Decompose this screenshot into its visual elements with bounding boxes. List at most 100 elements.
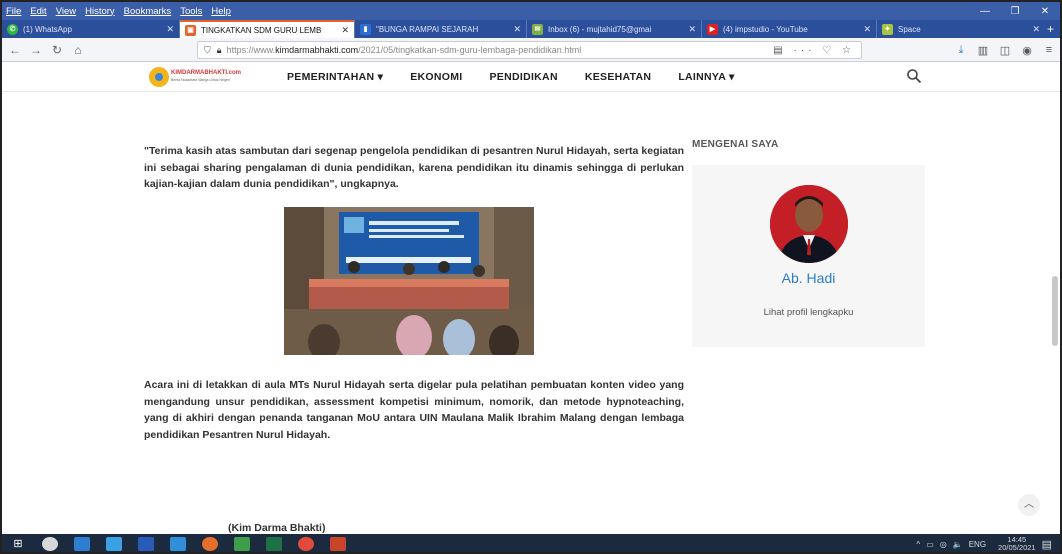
leaf-app-icon[interactable] [234,537,250,551]
tab-label: Inbox (6) - mujtahid75@gmai [548,24,652,34]
close-tab-icon[interactable]: ✕ [513,24,521,35]
tab-label: (4) impstudio - YouTube [723,24,808,34]
minimize-icon[interactable]: — [970,6,1000,17]
site-logo[interactable]: KIMDARMABHAKTI.com Berita Nusantara Warga… [149,67,261,87]
menu-view[interactable]: View [56,6,76,17]
nav-pemerintahan[interactable]: PEMERINTAHAN ▾ [287,71,383,83]
tray-volume-icon[interactable]: 🔈 [953,540,963,549]
close-tab-icon[interactable]: ✕ [166,24,174,35]
url-domain: kimdarmabhakti.com [275,45,359,55]
profile-link[interactable]: Lihat profil lengkapku [692,307,925,318]
tab-inbox[interactable]: ✉ Inbox (6) - mujtahid75@gmai ✕ [527,20,702,38]
url-prefix: https://www. [226,45,276,55]
whatsapp-icon: ✆ [7,23,18,35]
nav-kesehatan[interactable]: KESEHATAN [585,71,651,83]
page-scrollbar[interactable] [1052,94,1058,524]
sidebar-icon[interactable]: ◫ [994,44,1016,57]
tab-label: TINGKATKAN SDM GURU LEMB [201,25,322,35]
article-photo[interactable] [284,207,534,355]
logo-text: KIMDARMABHAKTI.com Berita Nusantara Warga… [171,70,241,82]
tab-space[interactable]: ✦ Space ✕ [877,20,1045,38]
chrome-app-icon[interactable] [298,537,314,551]
close-tab-icon[interactable]: ✕ [688,24,696,35]
space-icon: ✦ [882,23,893,35]
nav-ekonomi[interactable]: EKONOMI [410,71,462,83]
explorer-app-icon[interactable] [170,537,186,551]
download-icon[interactable]: ⤓ [950,44,972,57]
new-tab-button[interactable]: + [1045,20,1060,38]
window-controls: — ❐ ✕ [970,2,1060,20]
word-app-icon[interactable] [138,537,154,551]
tab-label: (1) WhatsApp [23,24,72,34]
search-icon[interactable] [906,68,922,84]
notification-icon[interactable]: ▤ [1042,538,1052,551]
toolbar-icons: ⤓ ▥ ◫ ◉ ≡ [950,38,1060,62]
tray-battery-icon[interactable]: ▭ [926,540,934,549]
logo-mark-icon [149,67,169,87]
excel-app-icon[interactable] [266,537,282,551]
library-icon[interactable]: ▥ [972,44,994,57]
tab-article[interactable]: ▣ TINGKATKAN SDM GURU LEMB ✕ [180,20,355,38]
search-taskbar-icon[interactable] [42,537,58,551]
menu-file[interactable]: File [6,6,21,17]
maximize-icon[interactable]: ❐ [1000,6,1030,17]
url-path: /2021/05/tingkatkan-sdm-guru-lembaga-pen… [358,45,582,55]
article-paragraph: "Terima kasih atas sambutan dari segenap… [144,145,684,190]
home-icon[interactable]: ⌂ [70,43,86,57]
system-tray: ^ ▭ ◎ 🔈 ENG 14:45 20/05/2021 ▤ [910,534,1052,552]
youtube-icon: ▶ [707,23,718,35]
powerpoint-app-icon[interactable] [330,537,346,551]
menu-bookmarks[interactable]: Bookmarks [124,6,172,17]
url-action-icons[interactable]: ▤ ··· ♡ ☆ [773,45,855,56]
article-body: "Terima kasih atas sambutan dari segenap… [144,94,684,441]
hamburger-menu-icon[interactable]: ≡ [1038,44,1060,56]
back-icon[interactable]: ← [7,43,23,57]
nav-pendidikan[interactable]: PENDIDIKAN [489,71,557,83]
tab-whatsapp[interactable]: ✆ (1) WhatsApp ✕ [2,20,180,38]
site-navigation: KIMDARMABHAKTI.com Berita Nusantara Warga… [2,62,1060,92]
tab-bunga-rampai[interactable]: ▮ "BUNGA RAMPAI SEJARAH ✕ [355,20,527,38]
tray-clock[interactable]: 14:45 20/05/2021 [992,536,1036,552]
article-caption: (Kim Darma Bhakti) [228,522,326,534]
tray-network-icon[interactable]: ◎ [940,540,947,549]
windows-taskbar: ⊞ ^ ▭ ◎ 🔈 ENG 14:45 20/05/2021 ▤ [2,534,1060,552]
scrollbar-thumb[interactable] [1052,276,1058,346]
profile-name[interactable]: Ab. Hadi [692,270,925,286]
start-windows-icon[interactable]: ⊞ [10,537,26,551]
document-icon: ▮ [360,23,371,35]
nav-lainnya[interactable]: LAINNYA ▾ [678,71,734,83]
menu-edit[interactable]: Edit [30,6,46,17]
close-window-icon[interactable]: ✕ [1030,6,1060,17]
menu-history[interactable]: History [85,6,115,17]
menu-tools[interactable]: Tools [180,6,202,17]
lock-icon: 🔒︎ [216,44,222,55]
monitor-app-icon[interactable] [106,537,122,551]
site-favicon-icon: ▣ [185,24,196,36]
close-tab-icon[interactable]: ✕ [1032,24,1040,35]
tab-youtube[interactable]: ▶ (4) impstudio - YouTube ✕ [702,20,877,38]
main-menu: PEMERINTAHAN ▾ EKONOMI PENDIDIKAN KESEHA… [287,62,762,92]
tab-label: Space [898,24,921,34]
url-bar[interactable]: ⛉ 🔒︎ https://www. kimdarmabhakti.com/2021… [197,41,862,59]
article-paragraph: Acara ini di letakkan di aula MTs Nurul … [144,379,684,441]
reload-icon[interactable]: ↻ [49,43,65,57]
menu-help[interactable]: Help [211,6,231,17]
tab-bar: ✆ (1) WhatsApp ✕ ▣ TINGKATKAN SDM GURU L… [2,20,1060,38]
scroll-to-top-button[interactable]: ︿ [1018,494,1040,516]
firefox-app-icon[interactable] [202,537,218,551]
navigation-bar: ← → ↻ ⌂ ⛉ 🔒︎ https://www. kimdarmabhakti.… [2,38,1060,62]
close-tab-icon[interactable]: ✕ [863,24,871,35]
tray-chevron-icon[interactable]: ^ [916,540,920,549]
close-tab-icon[interactable]: ✕ [341,25,349,36]
forward-icon[interactable]: → [28,43,44,57]
mail-icon: ✉ [532,23,543,35]
avatar[interactable] [770,185,848,263]
shield-icon: ⛉ [204,44,211,55]
tray-language[interactable]: ENG [969,540,986,549]
tab-label: "BUNGA RAMPAI SEJARAH [376,24,479,34]
shield-app-icon[interactable] [74,537,90,551]
sidebar-title: MENGENAI SAYA [692,139,779,150]
profile-card: Ab. Hadi Lihat profil lengkapku [692,165,925,347]
account-icon[interactable]: ◉ [1016,44,1038,57]
menu-bar: File Edit View History Bookmarks Tools H… [2,2,1060,20]
